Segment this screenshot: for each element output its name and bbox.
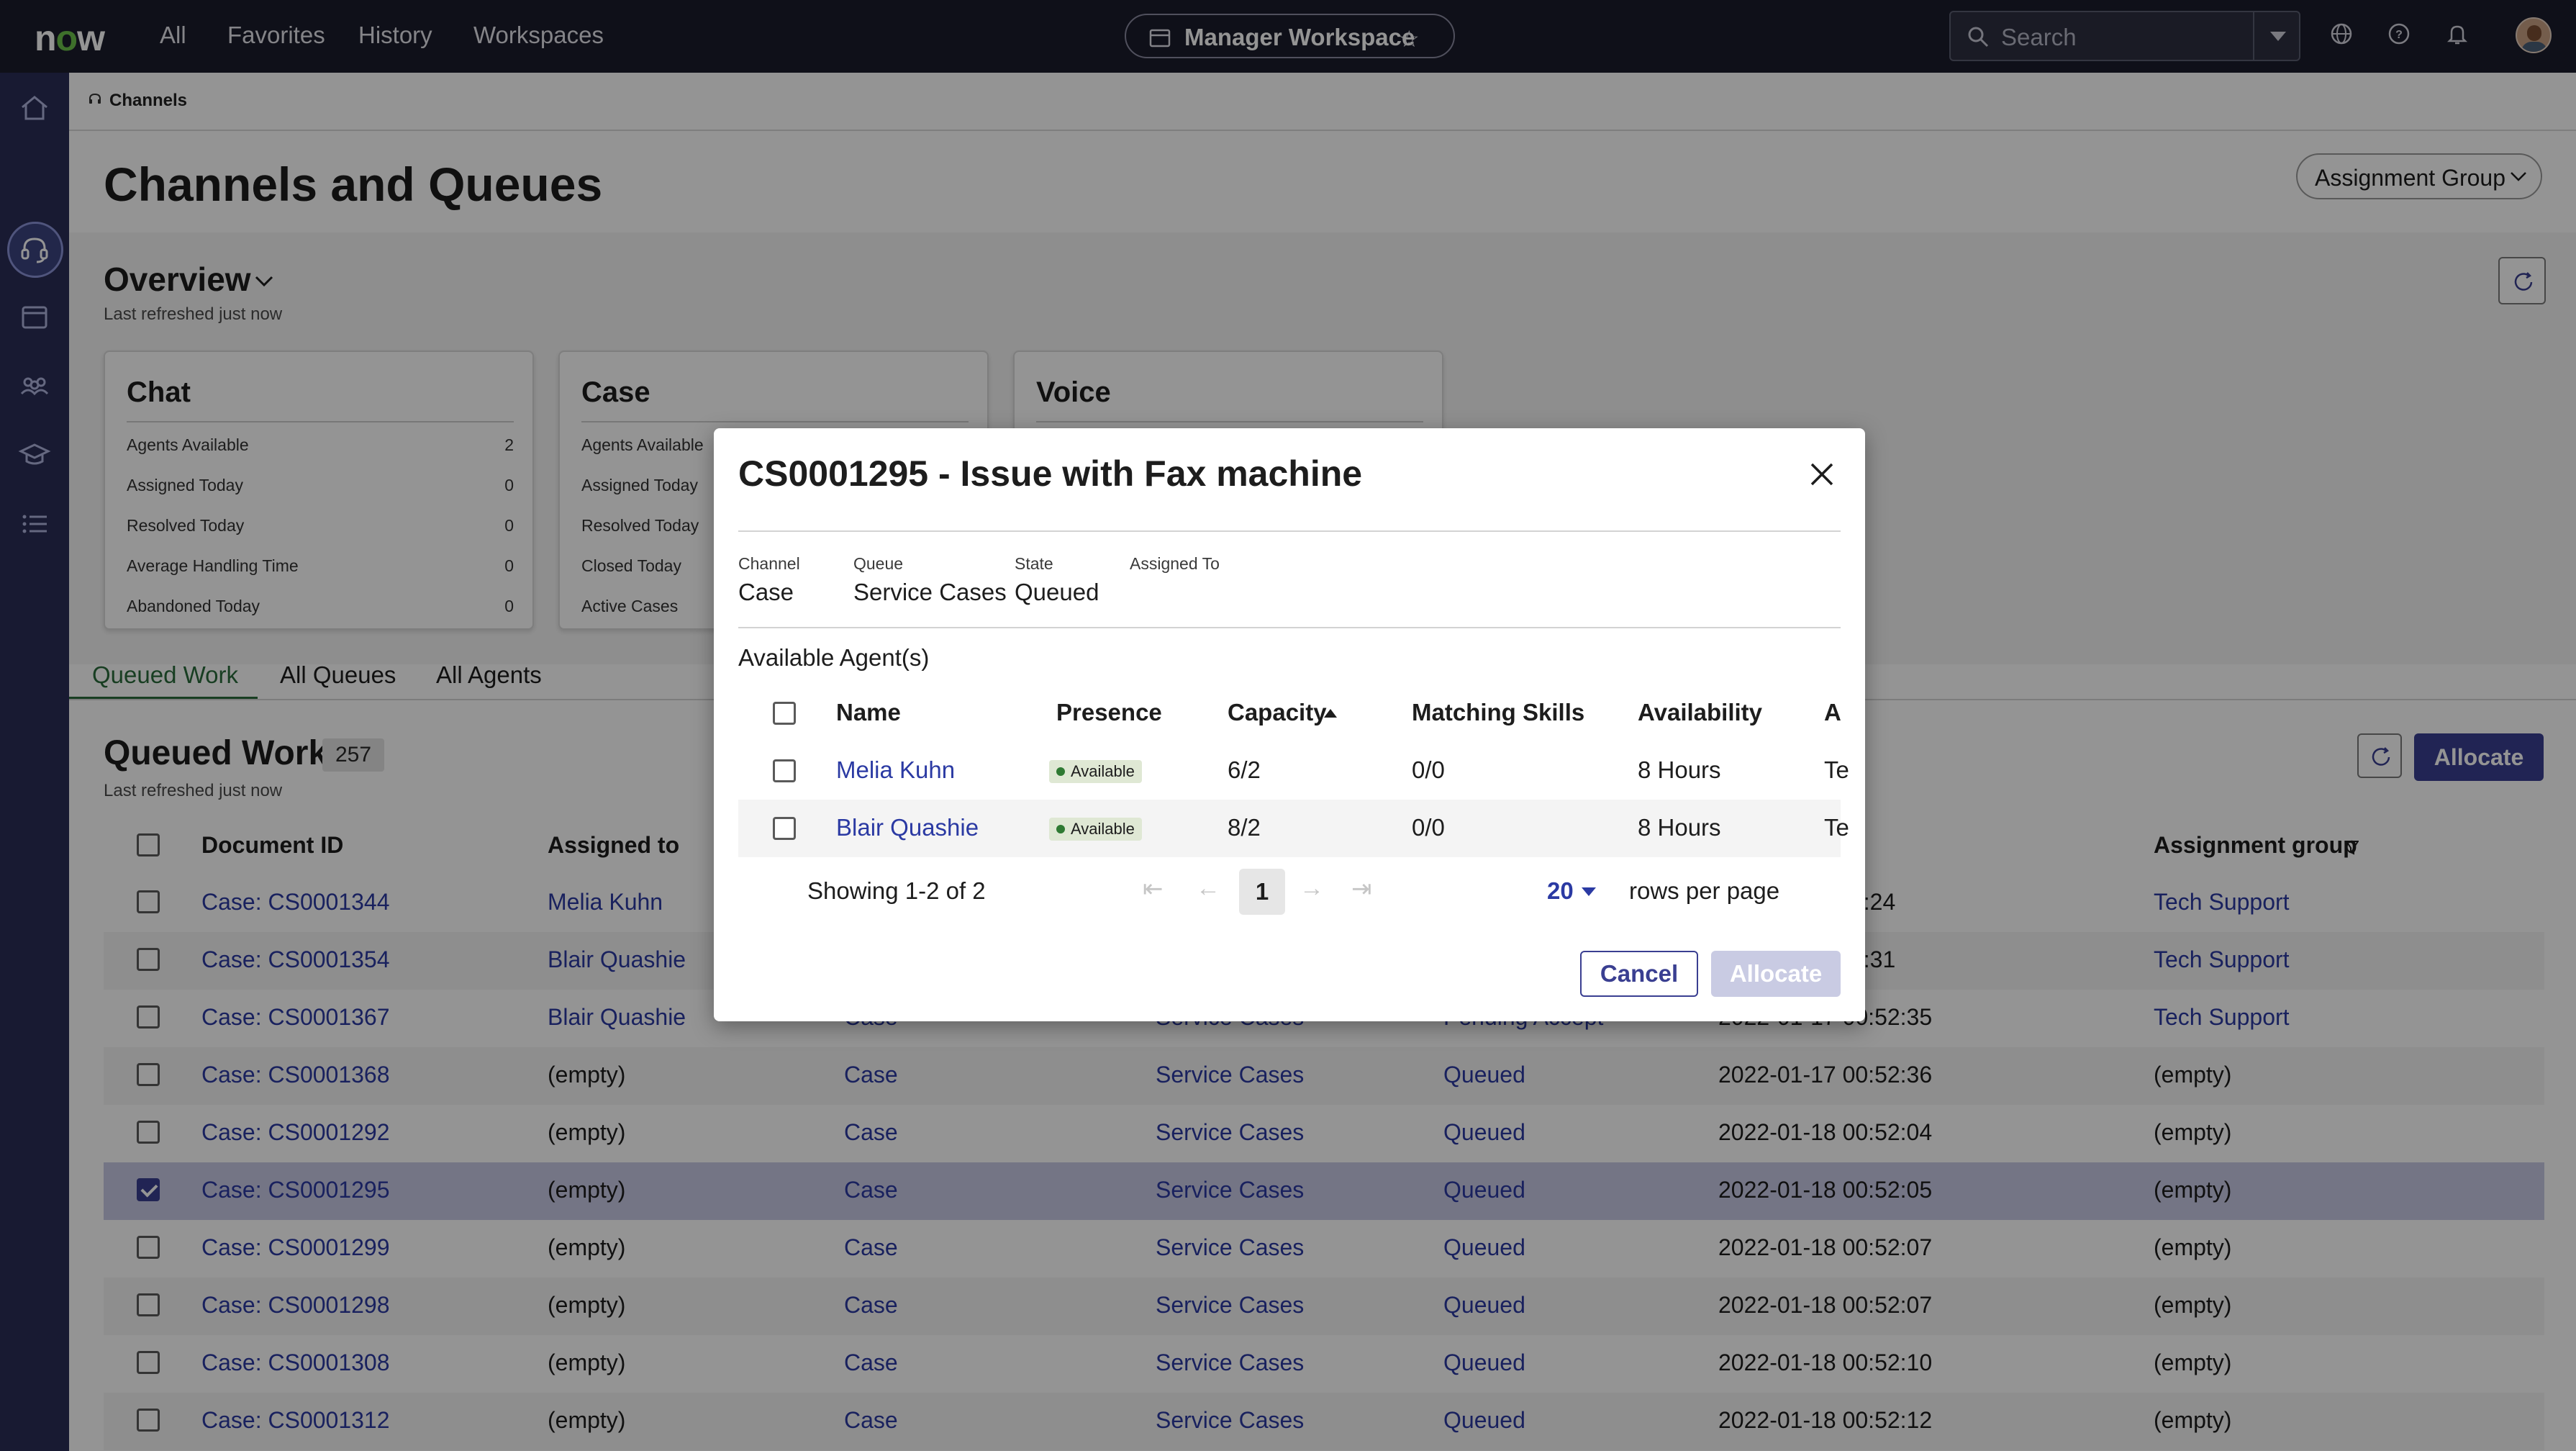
agent-name-link[interactable]: Blair Quashie [836,814,979,841]
current-page[interactable]: 1 [1239,869,1285,915]
available-agents-heading: Available Agent(s) [738,644,930,671]
truncated-cell: Te [1824,756,1849,783]
modal-title: CS0001295 - Issue with Fax machine [738,453,1363,494]
select-all-agents-checkbox[interactable] [773,702,796,725]
presence-badge: Available [1049,818,1142,841]
matching-skills-cell: 0/0 [1412,814,1445,841]
field-label-assigned-to: Assigned To [1130,554,1220,573]
sort-ascending-icon[interactable] [1324,709,1337,718]
previous-page-icon[interactable]: ← [1196,874,1220,903]
page-size-chevron-icon[interactable] [1582,887,1596,896]
pagination-summary: Showing 1-2 of 2 [807,877,986,904]
last-page-icon[interactable]: ⇥ [1351,874,1372,903]
field-value-channel: Case [738,579,794,605]
column-matching-skills[interactable]: Matching Skills [1412,699,1584,726]
cancel-button[interactable]: Cancel [1580,951,1698,997]
agent-row[interactable]: Blair Quashie Available 8/2 0/0 8 Hours … [738,800,1849,857]
page-size-select[interactable]: 20 [1547,877,1574,905]
first-page-icon[interactable]: ⇤ [1143,874,1164,903]
next-page-icon[interactable]: → [1300,874,1324,903]
column-presence[interactable]: Presence [1056,699,1162,726]
field-label-channel: Channel [738,554,800,573]
capacity-cell: 8/2 [1228,814,1261,841]
column-capacity[interactable]: Capacity [1228,699,1327,726]
availability-cell: 8 Hours [1638,756,1721,783]
field-label-queue: Queue [853,554,904,573]
agent-checkbox[interactable] [773,817,796,840]
agent-row[interactable]: Melia Kuhn Available 6/2 0/0 8 Hours Te [738,742,1849,800]
presence-badge: Available [1049,760,1142,783]
agent-name-link[interactable]: Melia Kuhn [836,756,955,784]
modal-divider [738,530,1841,532]
field-value-state: Queued [1015,579,1099,605]
column-name[interactable]: Name [836,699,901,726]
column-availability[interactable]: Availability [1638,699,1762,726]
allocate-modal: CS0001295 - Issue with Fax machine Chann… [714,428,1865,1021]
field-label-state: State [1015,554,1053,573]
rows-per-page-label: rows per page [1629,877,1780,904]
availability-cell: 8 Hours [1638,814,1721,841]
truncated-cell: Te [1824,814,1849,841]
matching-skills-cell: 0/0 [1412,756,1445,783]
modal-allocate-button[interactable]: Allocate [1711,951,1841,997]
agent-checkbox[interactable] [773,759,796,782]
capacity-cell: 6/2 [1228,756,1261,783]
field-value-queue: Service Cases [853,579,1007,605]
column-truncated[interactable]: A [1824,699,1841,726]
modal-divider [738,627,1841,628]
close-icon[interactable] [1802,454,1842,494]
